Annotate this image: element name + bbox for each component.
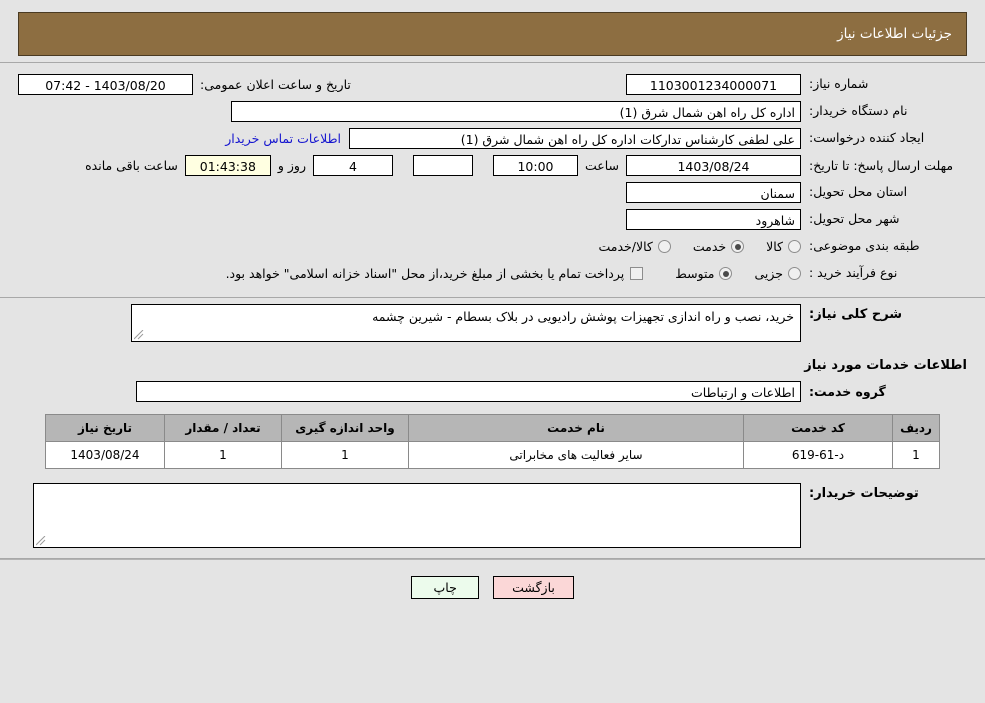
- items-table: ردیف کد خدمت نام خدمت واحد اندازه گیری ت…: [45, 414, 940, 469]
- need-description-label: شرح کلی نیاز:: [809, 307, 903, 322]
- radio-kala-icon[interactable]: [788, 240, 801, 253]
- process-type-label: نوع فرآیند خرید :: [809, 265, 898, 281]
- page-title: جزئیات اطلاعات نیاز: [837, 26, 952, 42]
- resize-handle-icon: [134, 330, 144, 340]
- row-deadline: مهلت ارسال پاسخ: تا تاریخ: 1403/08/24 سا…: [0, 152, 985, 179]
- radio-jozi-icon[interactable]: [788, 267, 801, 280]
- public-announce-label: تاریخ و ساعت اعلان عمومی:: [200, 77, 351, 92]
- resize-handle-icon: [36, 536, 46, 546]
- service-group-label: گروه خدمت:: [809, 384, 886, 399]
- need-description-textarea[interactable]: خرید، نصب و راه اندازی تجهیزات پوشش رادی…: [131, 304, 801, 342]
- row-category: طبقه بندی موضوعی: کالا خدمت کالا/خدمت: [0, 233, 985, 260]
- province-field[interactable]: سمنان: [626, 182, 801, 203]
- countdown-suffix-label: ساعت باقی مانده: [85, 158, 178, 173]
- row-process-type: نوع فرآیند خرید : جزیی متوسط پرداخت تمام…: [0, 260, 985, 287]
- category-option-kala-khedmat-label: کالا/خدمت: [598, 239, 653, 254]
- request-creator-field[interactable]: علی لطفی کارشناس تدارکات اداره کل راه اه…: [349, 128, 801, 149]
- deadline-time-label: ساعت: [584, 158, 619, 173]
- deadline-date-field[interactable]: 1403/08/24: [626, 155, 801, 176]
- col-header-qty: تعداد / مقدار: [164, 414, 282, 442]
- deadline-label: مهلت ارسال پاسخ: تا تاریخ:: [809, 157, 954, 173]
- countdown-timer-field[interactable]: 01:43:38: [184, 155, 271, 176]
- cell-radif: 1: [892, 441, 940, 469]
- buyer-contact-link[interactable]: اطلاعات تماس خریدار: [217, 131, 349, 146]
- treasury-bonds-label: پرداخت تمام یا بخشی از مبلغ خرید،از محل …: [225, 266, 625, 281]
- items-table-header-row: ردیف کد خدمت نام خدمت واحد اندازه گیری ت…: [45, 414, 940, 442]
- process-option-jozi-label: جزیی: [754, 266, 783, 281]
- cell-qty: 1: [164, 441, 282, 469]
- deadline-spacer-field[interactable]: [412, 155, 473, 176]
- remaining-days-label: روز و: [277, 158, 306, 173]
- category-option-khedmat[interactable]: خدمت: [692, 239, 745, 254]
- back-button[interactable]: بازگشت: [493, 576, 574, 599]
- province-label: استان محل تحویل:: [809, 184, 908, 200]
- category-option-kala-label: کالا: [766, 239, 783, 254]
- request-creator-label: ایجاد کننده درخواست:: [809, 130, 925, 146]
- col-header-code: کد خدمت: [743, 414, 893, 442]
- need-info-panel: شماره نیاز: 1103001234000071 تاریخ و ساع…: [0, 62, 985, 298]
- public-announce-field[interactable]: 1403/08/20 - 07:42: [18, 74, 193, 95]
- items-table-wrap: ردیف کد خدمت نام خدمت واحد اندازه گیری ت…: [0, 410, 985, 469]
- service-group-row: گروه خدمت: اطلاعات و ارتباطات: [0, 377, 985, 410]
- row-need-number: شماره نیاز: 1103001234000071 تاریخ و ساع…: [0, 71, 985, 98]
- deadline-time-field[interactable]: 10:00: [492, 155, 578, 176]
- buyer-notes-label: توضیحات خریدار:: [809, 486, 919, 501]
- radio-motavaset-icon[interactable]: [719, 267, 733, 280]
- col-header-date: تاریخ نیاز: [45, 414, 165, 442]
- need-description-row: شرح کلی نیاز: خرید، نصب و راه اندازی تجه…: [0, 298, 985, 348]
- radio-kala-khedmat-icon[interactable]: [657, 240, 671, 253]
- process-option-motavaset[interactable]: متوسط: [675, 266, 733, 281]
- need-number-field[interactable]: 1103001234000071: [626, 74, 801, 95]
- buyer-notes-textarea[interactable]: [33, 483, 801, 548]
- process-type-radio-group: جزیی متوسط: [657, 266, 801, 281]
- action-button-bar: بازگشت چاپ: [0, 560, 985, 609]
- category-option-kala-khedmat[interactable]: کالا/خدمت: [598, 239, 671, 254]
- col-header-name: نام خدمت: [408, 414, 744, 442]
- process-option-motavaset-label: متوسط: [675, 266, 715, 281]
- page-header: جزئیات اطلاعات نیاز: [18, 12, 967, 56]
- buyer-notes-row: توضیحات خریدار:: [0, 469, 985, 558]
- services-section-heading: اطلاعات خدمات مورد نیاز: [804, 358, 967, 373]
- row-province: استان محل تحویل: سمنان: [0, 179, 985, 206]
- col-header-radif: ردیف: [892, 414, 940, 442]
- category-label: طبقه بندی موضوعی:: [809, 238, 920, 254]
- cell-code: د-61-619: [743, 441, 893, 469]
- city-field[interactable]: شاهرود: [626, 209, 801, 230]
- row-city: شهر محل تحویل: شاهرود: [0, 206, 985, 233]
- category-option-kala[interactable]: کالا: [766, 239, 801, 254]
- category-option-khedmat-label: خدمت: [692, 239, 727, 254]
- treasury-bonds-checkbox[interactable]: [630, 267, 644, 280]
- cell-unit: 1: [281, 441, 409, 469]
- buyer-org-field[interactable]: اداره کل راه اهن شمال شرق (1): [231, 101, 801, 122]
- process-option-jozi[interactable]: جزیی: [754, 266, 801, 281]
- page-root: جزئیات اطلاعات نیاز شماره نیاز: 11030012…: [0, 12, 985, 609]
- need-number-label: شماره نیاز:: [809, 76, 869, 92]
- cell-name: سایر فعالیت های مخابراتی: [408, 441, 744, 469]
- row-buyer-org: نام دستگاه خریدار: اداره کل راه اهن شمال…: [0, 98, 985, 125]
- city-label: شهر محل تحویل:: [809, 211, 900, 227]
- category-radio-group: کالا خدمت کالا/خدمت: [580, 239, 801, 254]
- radio-khedmat-icon[interactable]: [731, 240, 745, 253]
- cell-date: 1403/08/24: [45, 441, 165, 469]
- buyer-org-label: نام دستگاه خریدار:: [809, 103, 908, 119]
- remaining-days-field[interactable]: 4: [312, 155, 393, 176]
- need-description-panel: شرح کلی نیاز: خرید، نصب و راه اندازی تجه…: [0, 298, 985, 559]
- col-header-unit: واحد اندازه گیری: [281, 414, 409, 442]
- table-row: 1 د-61-619 سایر فعالیت های مخابراتی 1 1 …: [45, 441, 940, 469]
- service-group-field[interactable]: اطلاعات و ارتباطات: [136, 381, 801, 402]
- print-button[interactable]: چاپ: [411, 576, 480, 599]
- row-request-creator: ایجاد کننده درخواست: علی لطفی کارشناس تد…: [0, 125, 985, 152]
